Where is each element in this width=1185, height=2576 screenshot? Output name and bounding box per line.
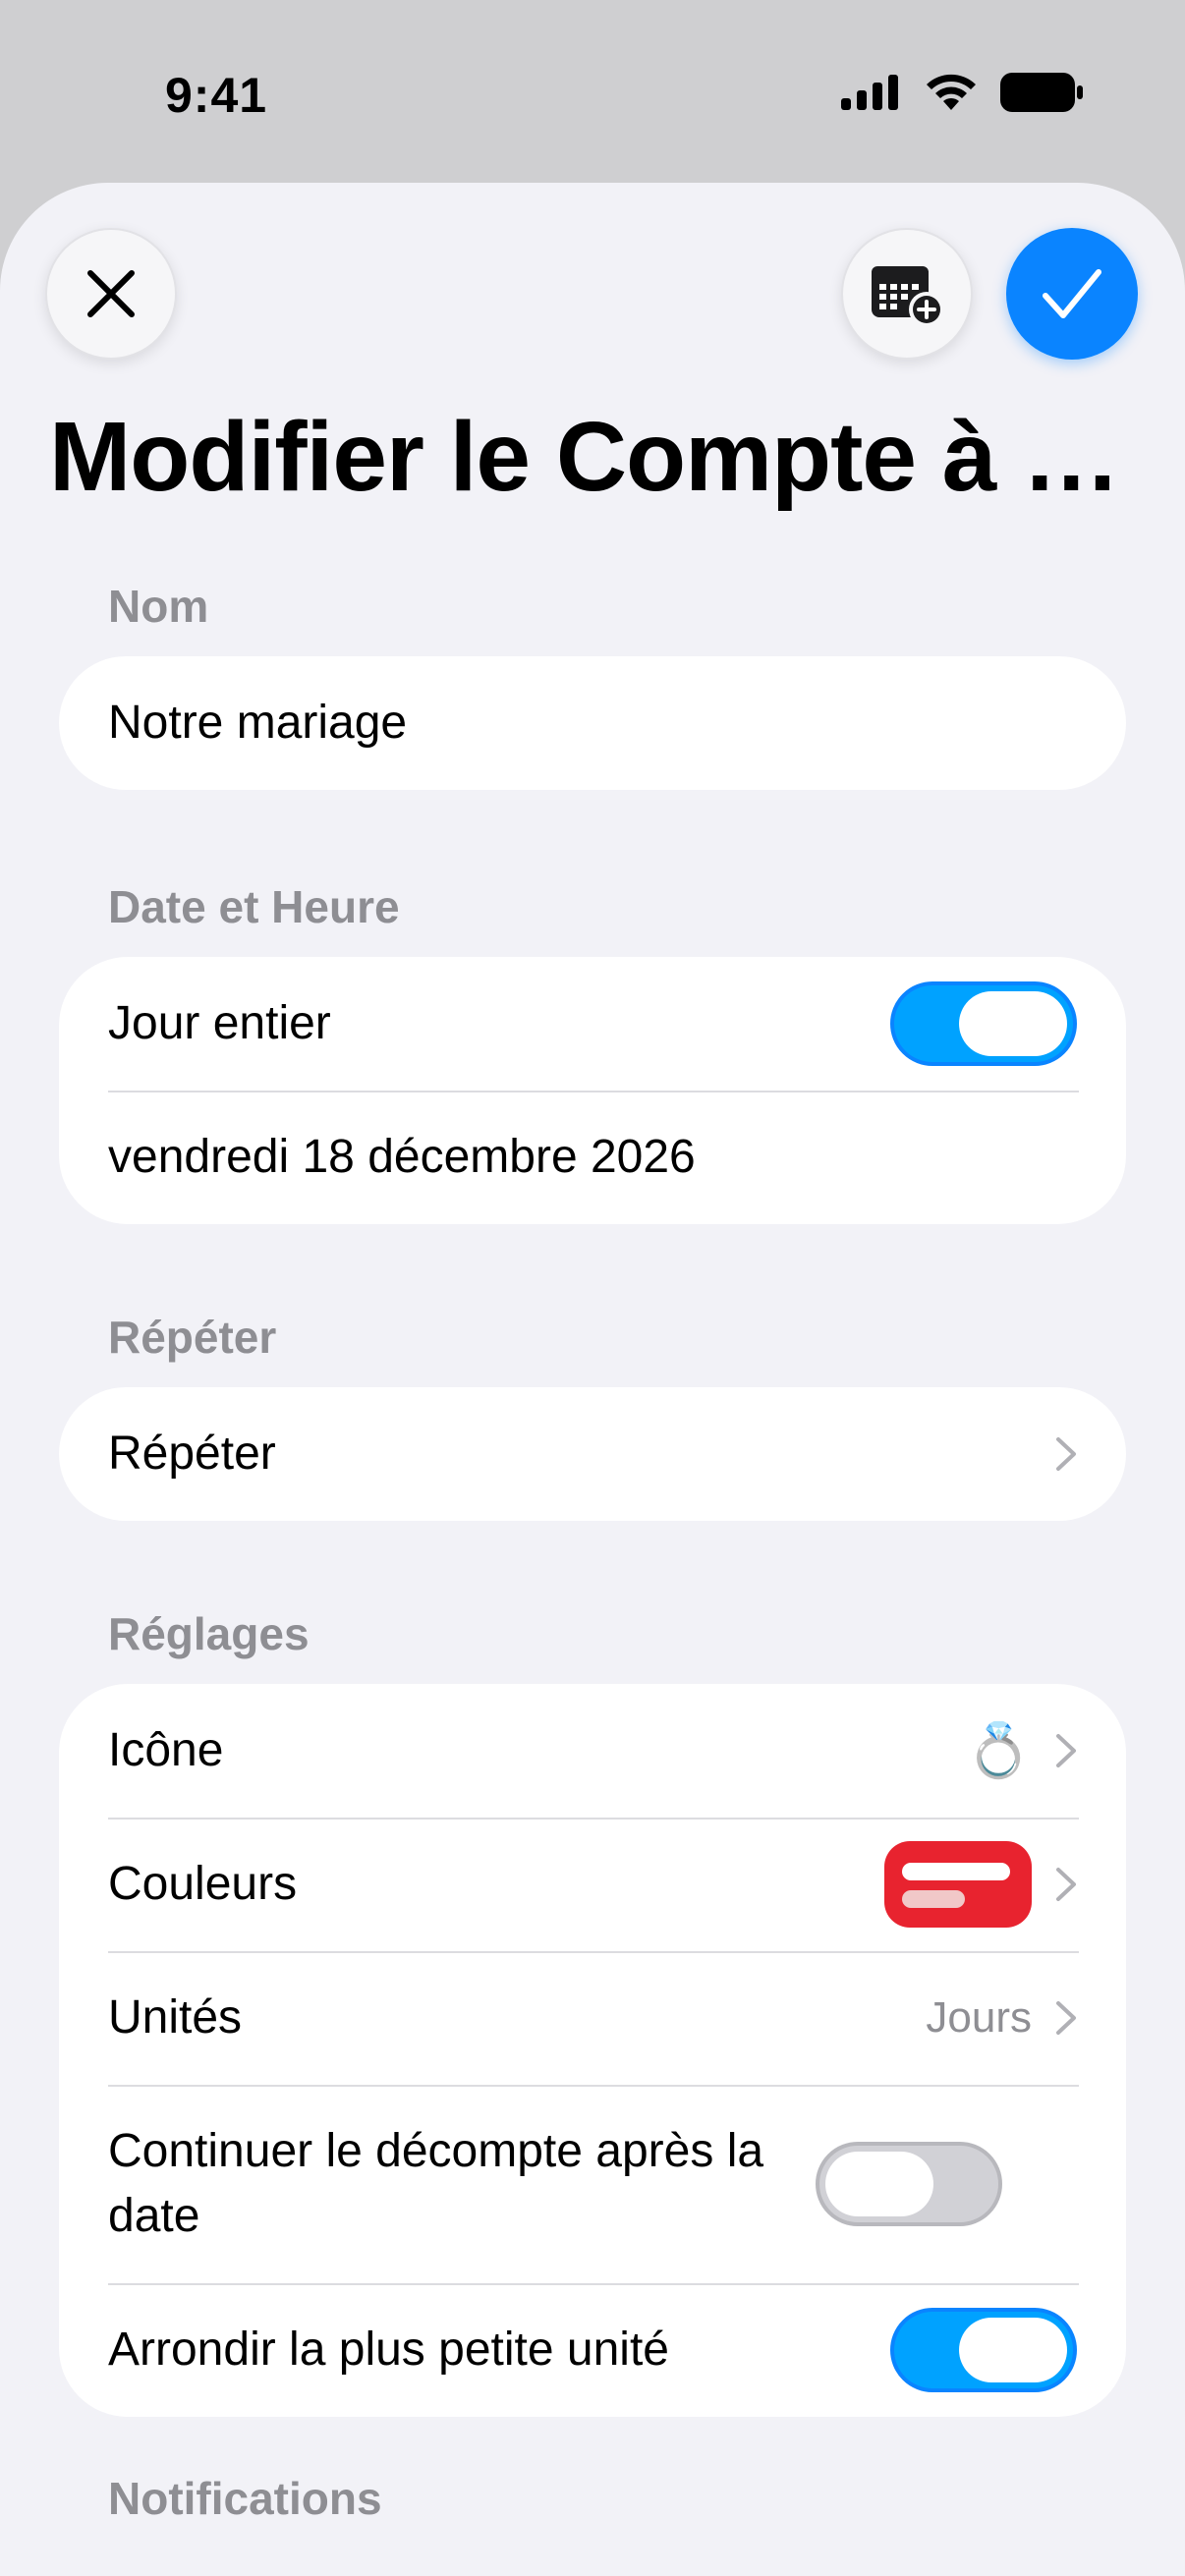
calendar-add-icon (872, 266, 944, 327)
name-value: Notre mariage (108, 697, 408, 749)
close-icon (87, 270, 135, 317)
continue-countdown-row: Continuer le décompte après la date (59, 2085, 1126, 2283)
icon-row[interactable]: Icône 💍 (59, 1684, 1126, 1818)
colors-label: Couleurs (108, 1858, 298, 1910)
section-header-settings: Réglages (108, 1608, 310, 1659)
toggle-knob (959, 991, 1067, 1056)
chevron-right-icon (1056, 2001, 1076, 2035)
round-unit-label: Arrondir la plus petite unité (108, 2324, 669, 2376)
all-day-row: Jour entier (59, 957, 1126, 1091)
settings-card: Icône 💍 Couleurs Unités Jours Continuer … (59, 1684, 1126, 2417)
page-title: Modifier le Compte à r… (49, 402, 1140, 512)
units-label: Unités (108, 1991, 243, 2044)
status-icons (841, 73, 1083, 112)
name-card: Notre mariage (59, 656, 1126, 790)
icon-label: Icône (108, 1724, 224, 1776)
date-row[interactable]: vendredi 18 décembre 2026 (59, 1091, 1126, 1224)
section-header-datetime: Date et Heure (108, 881, 400, 932)
section-header-repeat: Répéter (108, 1312, 277, 1363)
chevron-right-icon (1056, 1868, 1076, 1901)
round-unit-toggle[interactable] (890, 2308, 1077, 2392)
section-header-notifications: Notifications (108, 2473, 382, 2524)
continue-countdown-toggle[interactable] (816, 2142, 1002, 2226)
all-day-label: Jour entier (108, 997, 331, 1049)
chevron-right-icon (1056, 1734, 1076, 1767)
chevron-right-icon (1056, 1437, 1076, 1471)
repeat-card: Répéter (59, 1387, 1126, 1521)
status-bar: 9:41 (0, 0, 1185, 187)
continue-countdown-label: Continuer le décompte après la date (108, 2125, 764, 2242)
edit-countdown-sheet: Modifier le Compte à r… Nom Notre mariag… (0, 183, 1185, 2576)
date-value: vendredi 18 décembre 2026 (108, 1131, 696, 1183)
toggle-knob (825, 2152, 933, 2216)
close-button[interactable] (45, 228, 177, 360)
ring-icon: 💍 (965, 1720, 1032, 1780)
units-accessory: Jours (926, 1993, 1077, 2043)
icon-accessory: 💍 (966, 1720, 1077, 1782)
swatch-bar (902, 1890, 965, 1908)
repeat-label: Répéter (108, 1428, 276, 1480)
repeat-accessory (1055, 1436, 1077, 1472)
cellular-icon (841, 75, 898, 110)
add-to-calendar-button[interactable] (841, 228, 973, 360)
round-unit-row: Arrondir la plus petite unité (59, 2283, 1126, 2417)
units-row[interactable]: Unités Jours (59, 1951, 1126, 2085)
colors-accessory (884, 1841, 1077, 1928)
all-day-toggle[interactable] (890, 981, 1077, 1066)
battery-icon (1000, 73, 1083, 112)
confirm-button[interactable] (1006, 228, 1138, 360)
units-value: Jours (926, 1993, 1032, 2042)
name-field[interactable]: Notre mariage (59, 656, 1126, 790)
color-swatch (884, 1841, 1032, 1928)
toggle-knob (959, 2318, 1067, 2382)
checkmark-icon (1043, 269, 1101, 318)
wifi-icon (927, 74, 976, 110)
colors-row[interactable]: Couleurs (59, 1818, 1126, 1951)
swatch-bar (902, 1863, 1010, 1880)
repeat-row[interactable]: Répéter (59, 1387, 1126, 1521)
status-time: 9:41 (165, 68, 268, 123)
section-header-name: Nom (108, 581, 209, 632)
datetime-card: Jour entier vendredi 18 décembre 2026 (59, 957, 1126, 1224)
